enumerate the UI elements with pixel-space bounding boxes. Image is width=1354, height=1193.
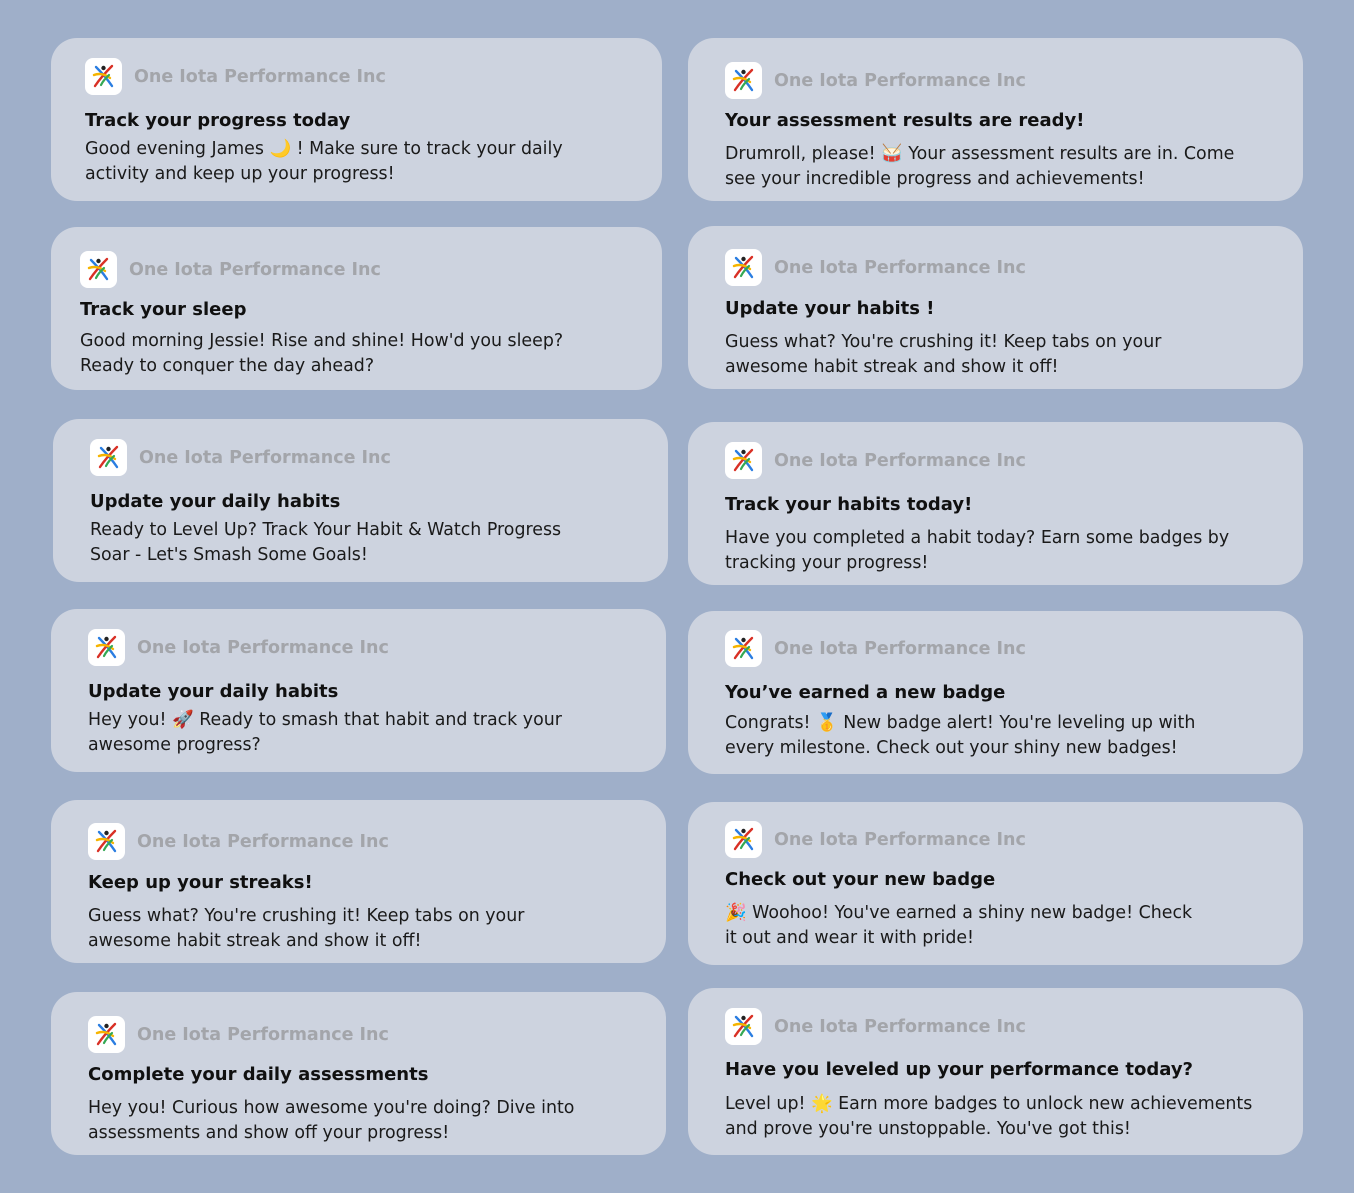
app-name: One Iota Performance Inc (774, 450, 1026, 471)
notification-body: Good morning Jessie! Rise and shine! How… (80, 331, 564, 376)
notification-title: Track your progress today (85, 110, 351, 131)
notification-header: One Iota Performance Inc (725, 630, 1026, 667)
notification-body: Congrats! 🥇 New badge alert! You're leve… (725, 713, 1196, 758)
one-iota-logo-icon (80, 251, 117, 288)
one-iota-logo-icon (88, 629, 125, 666)
notification-title: Update your daily habits (90, 491, 341, 512)
app-name: One Iota Performance Inc (129, 259, 381, 280)
one-iota-logo-icon (90, 439, 127, 476)
one-iota-logo-icon (88, 1016, 125, 1053)
one-iota-logo-icon (725, 62, 762, 99)
notification-title: Update your habits ! (725, 298, 935, 319)
app-name: One Iota Performance Inc (774, 257, 1026, 278)
one-iota-logo-icon (88, 823, 125, 860)
notification-body: Drumroll, please! 🥁 Your assessment resu… (725, 144, 1235, 189)
notification-title: Keep up your streaks! (88, 872, 313, 893)
app-name: One Iota Performance Inc (137, 1024, 389, 1045)
notification-header: One Iota Performance Inc (725, 62, 1026, 99)
notification-header: One Iota Performance Inc (85, 58, 386, 95)
notification-header: One Iota Performance Inc (88, 629, 389, 666)
app-name: One Iota Performance Inc (774, 70, 1026, 91)
notification-card[interactable]: One Iota Performance Inc Check out your n… (688, 802, 1303, 965)
notification-header: One Iota Performance Inc (725, 1008, 1026, 1045)
notification-card[interactable]: One Iota Performance Inc Keep up your str… (51, 800, 666, 963)
notification-header: One Iota Performance Inc (725, 821, 1026, 858)
notification-title: Track your sleep (80, 299, 247, 320)
notification-title: Your assessment results are ready! (725, 110, 1085, 131)
notification-body: Guess what? You're crushing it! Keep tab… (725, 332, 1162, 377)
notification-header: One Iota Performance Inc (725, 442, 1026, 479)
app-name: One Iota Performance Inc (774, 1016, 1026, 1037)
notification-card[interactable]: One Iota Performance Inc Have you leveled… (688, 988, 1303, 1155)
notification-card[interactable]: One Iota Performance Inc Track your habit… (688, 422, 1303, 585)
notification-body: 🎉 Woohoo! You've earned a shiny new badg… (725, 903, 1193, 948)
one-iota-logo-icon (725, 1008, 762, 1045)
app-name: One Iota Performance Inc (137, 637, 389, 658)
notification-header: One Iota Performance Inc (88, 823, 389, 860)
notification-title: Check out your new badge (725, 869, 996, 890)
notification-title: Track your habits today! (725, 494, 973, 515)
notification-header: One Iota Performance Inc (725, 249, 1026, 286)
one-iota-logo-icon (85, 58, 122, 95)
notification-card[interactable]: One Iota Performance Inc Update your dail… (53, 419, 668, 582)
notification-header: One Iota Performance Inc (80, 251, 381, 288)
one-iota-logo-icon (725, 442, 762, 479)
notification-body: Have you completed a habit today? Earn s… (725, 528, 1230, 573)
app-name: One Iota Performance Inc (134, 66, 386, 87)
notification-card[interactable]: One Iota Performance Inc Update your dail… (51, 609, 666, 772)
notification-card[interactable]: One Iota Performance Inc Complete your da… (51, 992, 666, 1155)
notification-title: Have you leveled up your performance tod… (725, 1059, 1193, 1080)
notification-body: Hey you! Curious how awesome you're doin… (88, 1098, 575, 1143)
notification-card[interactable]: One Iota Performance Inc Your assessment … (688, 38, 1303, 201)
notification-header: One Iota Performance Inc (90, 439, 391, 476)
one-iota-logo-icon (725, 630, 762, 667)
notification-card[interactable]: One Iota Performance Inc Track your sleep… (51, 227, 662, 390)
app-name: One Iota Performance Inc (139, 447, 391, 468)
notification-card[interactable]: One Iota Performance Inc Update your habi… (688, 226, 1303, 389)
notification-body: Hey you! 🚀 Ready to smash that habit and… (88, 710, 562, 755)
app-name: One Iota Performance Inc (774, 638, 1026, 659)
one-iota-logo-icon (725, 821, 762, 858)
notification-title: Complete your daily assessments (88, 1064, 429, 1085)
notification-body: Good evening James 🌙 ! Make sure to trac… (85, 139, 563, 184)
app-name: One Iota Performance Inc (774, 829, 1026, 850)
notification-title: Update your daily habits (88, 681, 339, 702)
notification-title: You’ve earned a new badge (725, 682, 1006, 703)
notification-card[interactable]: One Iota Performance Inc You’ve earned a … (688, 611, 1303, 774)
notification-body: Guess what? You're crushing it! Keep tab… (88, 906, 525, 951)
notification-header: One Iota Performance Inc (88, 1016, 389, 1053)
one-iota-logo-icon (725, 249, 762, 286)
app-name: One Iota Performance Inc (137, 831, 389, 852)
notification-body: Ready to Level Up? Track Your Habit & Wa… (90, 520, 562, 565)
notification-body: Level up! 🌟 Earn more badges to unlock n… (725, 1094, 1253, 1139)
notification-card[interactable]: One Iota Performance Inc Track your progr… (51, 38, 662, 201)
